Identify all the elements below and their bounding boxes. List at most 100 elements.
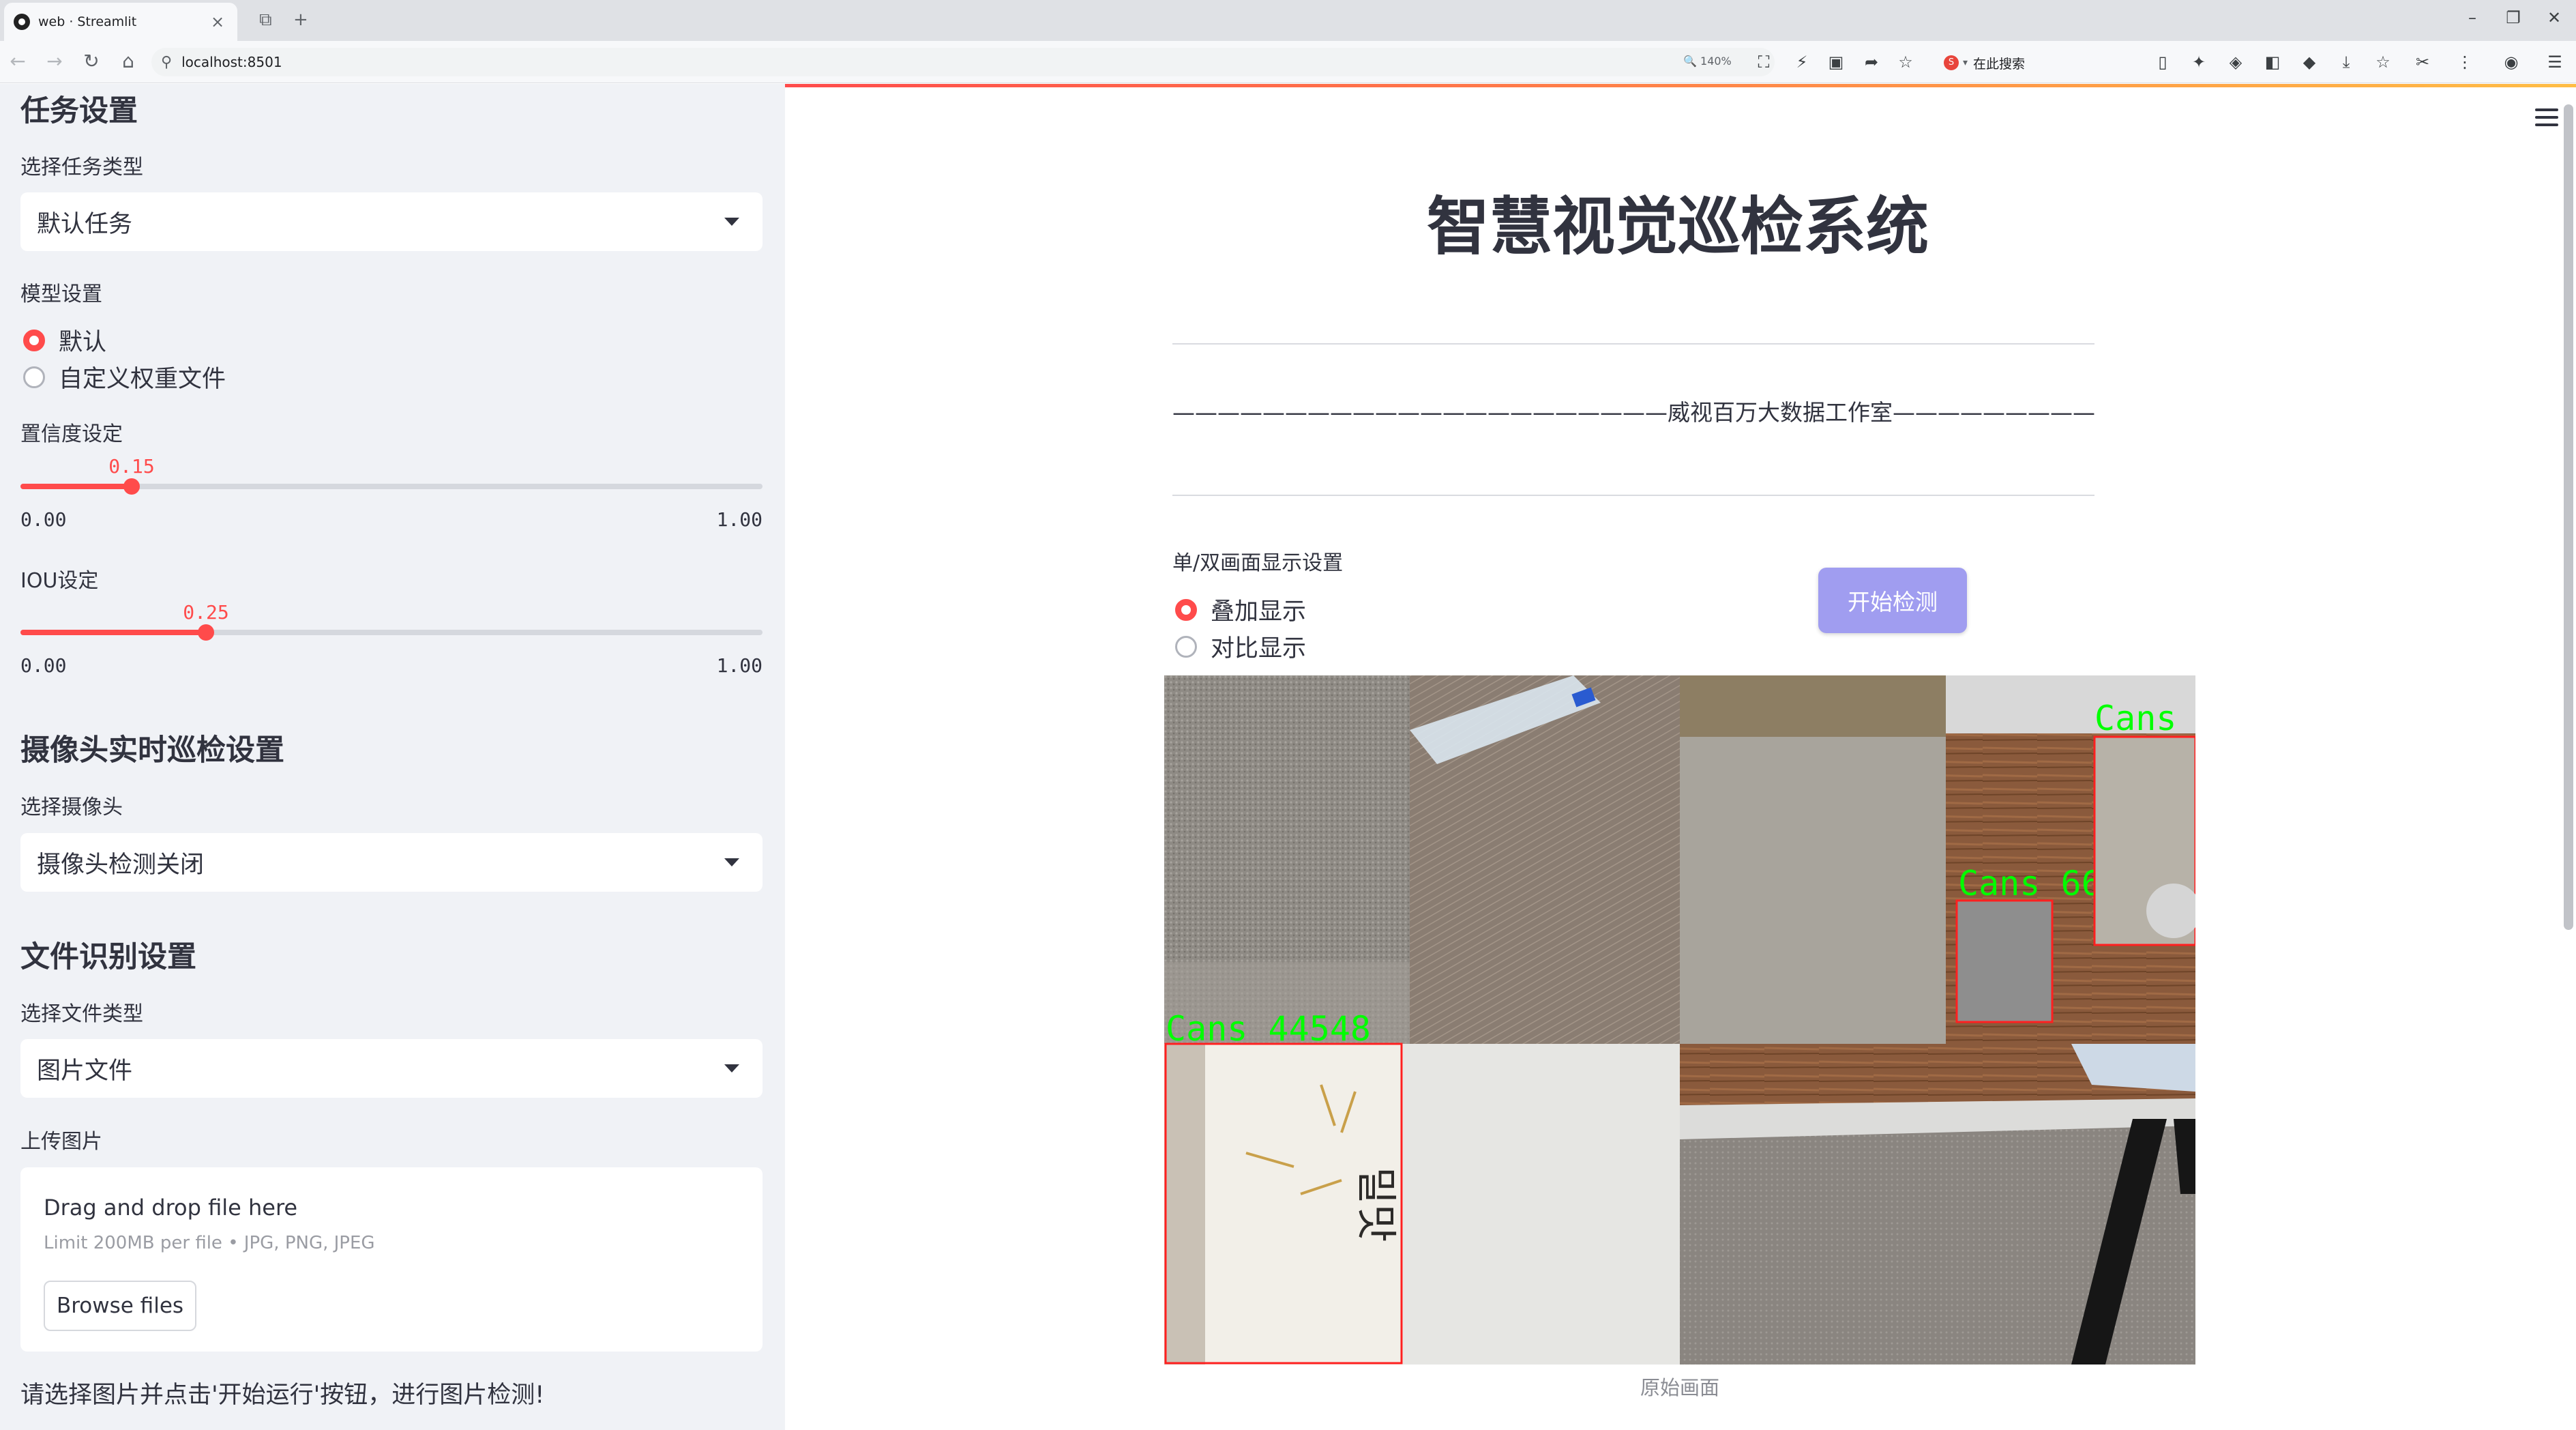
search-icon: ⚲: [161, 53, 173, 71]
extension-blue-icon[interactable]: ◈: [2225, 52, 2247, 72]
menu-icon[interactable]: ☰: [2544, 52, 2566, 72]
task-type-label: 选择任务类型: [20, 156, 143, 179]
detection-label: Cans 44548: [1166, 1009, 1371, 1049]
radio-selected-icon: [1175, 598, 1197, 621]
radio-label: 对比显示: [1211, 635, 1307, 662]
zoom-indicator[interactable]: 🔍 140%: [1683, 55, 1732, 68]
studio-banner: ——————————————————————威视百万大数据工作室————————…: [1172, 399, 2094, 426]
new-tab-icon[interactable]: +: [293, 10, 308, 30]
model-radio-default[interactable]: 默认: [23, 323, 106, 358]
header-decoration: [785, 84, 2576, 87]
tab-close-icon[interactable]: ×: [207, 12, 228, 31]
search-placeholder: 在此搜索: [1973, 56, 2026, 72]
hamburger-menu-icon[interactable]: [2535, 108, 2558, 128]
file-type-select[interactable]: 图片文件: [20, 1039, 763, 1098]
confidence-label: 置信度设定: [20, 422, 123, 446]
back-icon[interactable]: ←: [4, 49, 31, 74]
start-detection-button[interactable]: 开始检测: [1818, 568, 1967, 633]
chevron-down-icon: [724, 1064, 739, 1072]
iou-slider[interactable]: 0.25 0.00 1.00: [20, 601, 763, 677]
image-tile: [1680, 675, 1946, 737]
confidence-slider[interactable]: 0.15 0.00 1.00: [20, 455, 763, 531]
search-engine-logo-icon: S: [1944, 55, 1959, 70]
can-object: [1957, 901, 2052, 1022]
main-content: 智慧视觉巡检系统 ——————————————————————威视百万大数据工作…: [785, 84, 2576, 1430]
task-type-select[interactable]: 默认任务: [20, 192, 763, 251]
close-window-icon[interactable]: ✕: [2541, 8, 2568, 27]
address-toolbar: ← → ↻ ⌂ ⚲ localhost:8501 🔍 140% ⛶ ⚡ ▣ ➦ …: [0, 41, 2576, 83]
divider-bottom: [1172, 495, 2094, 496]
display-mode-label: 单/双画面显示设置: [1172, 551, 1344, 575]
search-engine-box[interactable]: S ▾ 在此搜索: [1937, 50, 2142, 76]
mobile-icon[interactable]: ▯: [2152, 52, 2174, 72]
detection-image: Cans 6667 Cans 밀맛 Cans 44548: [1164, 675, 2195, 1365]
confidence-value: 0.15: [108, 455, 155, 478]
home-icon[interactable]: ⌂: [115, 49, 142, 74]
more-icon[interactable]: ⋮: [2454, 52, 2476, 72]
radio-unselected-icon: [23, 366, 45, 388]
sidebar-hint: 请选择图片并点击'开始运行'按钮，进行图片检测!: [20, 1382, 545, 1409]
display-radio-overlay[interactable]: 叠加显示: [1175, 592, 1306, 627]
upload-label: 上传图片: [20, 1130, 102, 1154]
radio-label: 自定义权重文件: [59, 366, 226, 393]
model-radio-custom[interactable]: 自定义权重文件: [23, 360, 226, 394]
extension-dark-icon[interactable]: ◆: [2298, 52, 2320, 72]
slider-thumb[interactable]: [198, 624, 214, 641]
extension-color-icon[interactable]: ✦: [2188, 52, 2210, 72]
display-radio-compare[interactable]: 对比显示: [1175, 629, 1306, 664]
file-type-value: 图片文件: [37, 1057, 133, 1085]
radio-label: 叠加显示: [1211, 598, 1307, 626]
can-text-graphic: 밀맛: [1352, 1167, 1400, 1242]
slider-thumb[interactable]: [123, 478, 140, 495]
detection-label: Cans: [2094, 699, 2176, 738]
forward-icon[interactable]: →: [41, 49, 68, 74]
share-icon[interactable]: ➦: [1861, 52, 1882, 72]
file-type-label: 选择文件类型: [20, 1002, 143, 1026]
radio-unselected-icon: [1175, 635, 1197, 658]
file-uploader-dropzone[interactable]: Drag and drop file here Limit 200MB per …: [20, 1167, 763, 1352]
browser-tab[interactable]: web · Streamlit ×: [4, 3, 237, 41]
url-bar[interactable]: ⚲ localhost:8501: [151, 48, 1775, 76]
browse-files-button[interactable]: Browse files: [44, 1281, 196, 1331]
upload-limit: Limit 200MB per file • JPG, PNG, JPEG: [44, 1233, 375, 1253]
url-text: localhost:8501: [181, 54, 282, 70]
minimize-icon[interactable]: –: [2459, 8, 2486, 27]
image-tile: [1403, 1044, 1680, 1365]
page-title-text: 智慧视觉巡检系统: [1426, 190, 1929, 263]
slider-fill: [20, 630, 206, 635]
slider-min: 0.00: [20, 508, 67, 531]
sidebar: 任务设置 选择任务类型 默认任务 模型设置 默认 自定义权重文件 置信度设定 0…: [0, 84, 785, 1430]
lightning-icon[interactable]: ⚡: [1791, 52, 1813, 72]
browser-tab-bar: web · Streamlit × ⧉ + – ❐ ✕: [0, 0, 2576, 41]
screenshot-icon[interactable]: ▣: [1825, 52, 1847, 72]
camera-label: 选择摄像头: [20, 796, 123, 819]
download-icon[interactable]: ⤓: [2335, 52, 2357, 72]
model-settings-label: 模型设置: [20, 282, 102, 306]
radio-selected-icon: [23, 329, 45, 351]
camera-settings-header: 摄像头实时巡检设置: [20, 733, 284, 768]
star-icon[interactable]: ☆: [1895, 52, 1916, 72]
reload-icon[interactable]: ↻: [78, 49, 105, 74]
file-settings-header: 文件识别设置: [20, 940, 196, 974]
camera-value: 摄像头检测关闭: [37, 851, 205, 879]
upload-title: Drag and drop file here: [44, 1195, 298, 1221]
extension-translate-icon[interactable]: ◧: [2262, 52, 2283, 72]
zoom-level: 140%: [1700, 55, 1732, 68]
translate-icon[interactable]: ⛶: [1753, 52, 1775, 72]
profile-icon[interactable]: ◉: [2500, 52, 2522, 72]
page-title: 智慧视觉巡检系统: [785, 176, 2576, 267]
bookmark-icon[interactable]: ☆: [2372, 52, 2394, 72]
camera-select[interactable]: 摄像头检测关闭: [20, 833, 763, 892]
iou-value: 0.25: [183, 601, 229, 624]
chevron-down-icon: ▾: [1963, 57, 1968, 68]
restore-icon[interactable]: ❐: [2500, 8, 2527, 27]
radio-label: 默认: [59, 329, 107, 356]
task-type-value: 默认任务: [37, 210, 133, 238]
image-tile: [1164, 1044, 1205, 1365]
scissors-icon[interactable]: ✂: [2412, 52, 2433, 72]
tab-groups-icon[interactable]: ⧉: [259, 10, 272, 30]
slider-max: 1.00: [716, 508, 763, 531]
slider-max: 1.00: [716, 654, 763, 677]
tab-title: web · Streamlit: [38, 14, 137, 29]
slider-min: 0.00: [20, 654, 67, 677]
